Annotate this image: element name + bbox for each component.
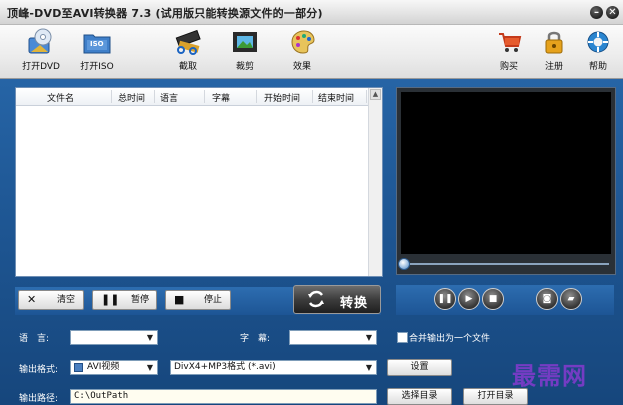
refresh-arrows-icon bbox=[308, 290, 324, 308]
stop-icon: ■ bbox=[174, 293, 185, 306]
pause-icon: ❚❚ bbox=[101, 293, 120, 306]
file-list-header: 文件名 总时间 语言 字幕 开始时间 结束时间 bbox=[16, 88, 368, 106]
codec-value: DivX4+MP3格式 (*.avi) bbox=[174, 362, 276, 372]
lock-icon bbox=[539, 28, 569, 56]
dvd-disc-icon bbox=[26, 28, 56, 56]
capture-button[interactable]: 截取 bbox=[163, 28, 213, 76]
iso-folder-icon: ISO bbox=[82, 28, 112, 56]
app-window: 顶峰-DVD至AVI转换器 7.3 (试用版只能转换源文件的一部分) – ✕ 打… bbox=[0, 0, 623, 405]
player-controls: ❚❚ ▶ ■ ◙ ▰ bbox=[396, 285, 614, 315]
video-screen bbox=[401, 92, 611, 254]
chevron-down-icon: ▼ bbox=[146, 363, 154, 372]
help-lifebuoy-icon bbox=[583, 28, 613, 56]
column-duration[interactable]: 总时间 bbox=[118, 91, 145, 104]
open-dvd-button[interactable]: 打开DVD bbox=[16, 28, 66, 76]
pause-convert-button[interactable]: ❚❚ 暂停 bbox=[92, 290, 157, 310]
camera-icon: ◙ bbox=[542, 294, 552, 304]
output-format-label: 输出格式: bbox=[19, 365, 59, 375]
iso-badge-text: ISO bbox=[90, 40, 104, 48]
site-watermark: 最需网 bbox=[512, 361, 587, 390]
codec-select[interactable]: DivX4+MP3格式 (*.avi) ▼ bbox=[170, 360, 377, 375]
clear-button[interactable]: ✕ 清空 bbox=[18, 290, 84, 310]
window-title: 顶峰-DVD至AVI转换器 7.3 (试用版只能转换源文件的一部分) bbox=[7, 7, 323, 20]
player-stop-button[interactable]: ■ bbox=[482, 288, 504, 310]
buy-button[interactable]: 购买 bbox=[484, 28, 534, 76]
output-path-input[interactable]: C:\OutPath bbox=[70, 389, 377, 404]
capture-label: 截取 bbox=[178, 62, 197, 72]
column-divider bbox=[204, 90, 205, 103]
buy-label: 购买 bbox=[499, 62, 518, 72]
title-bar: 顶峰-DVD至AVI转换器 7.3 (试用版只能转换源文件的一部分) – ✕ bbox=[0, 0, 623, 25]
chevron-down-icon: ▼ bbox=[365, 333, 373, 342]
output-format-select[interactable]: AVI视频 ▼ bbox=[70, 360, 158, 375]
x-icon: ✕ bbox=[27, 293, 37, 306]
stop-convert-button[interactable]: ■ 停止 bbox=[165, 290, 231, 310]
output-path-label: 输出路径: bbox=[19, 394, 59, 404]
open-iso-button[interactable]: ISO 打开ISO bbox=[72, 28, 122, 76]
merge-output-label: 合并输出为一个文件 bbox=[409, 334, 491, 344]
column-divider bbox=[256, 90, 257, 103]
stop-icon: ■ bbox=[488, 294, 498, 304]
column-divider bbox=[312, 90, 313, 103]
snapshot-button[interactable]: ◙ bbox=[536, 288, 558, 310]
subtitle-select[interactable]: ▼ bbox=[289, 330, 377, 345]
video-preview-panel bbox=[396, 87, 616, 275]
open-iso-label: 打开ISO bbox=[80, 62, 114, 72]
seek-bar-track[interactable] bbox=[403, 263, 609, 265]
column-divider bbox=[366, 90, 367, 103]
output-format-value: AVI视频 bbox=[87, 362, 120, 372]
crop-button[interactable]: 裁剪 bbox=[220, 28, 270, 76]
merge-output-checkbox[interactable] bbox=[397, 332, 408, 343]
column-end-time[interactable]: 结束时间 bbox=[318, 91, 354, 104]
register-label: 注册 bbox=[544, 62, 563, 72]
shopping-cart-icon bbox=[494, 28, 524, 56]
toolbar: 打开DVD ISO 打开ISO 截取 裁剪 效果 购买 注册 帮助 bbox=[0, 25, 623, 79]
chevron-down-icon: ▼ bbox=[365, 363, 373, 372]
palette-icon bbox=[287, 28, 317, 56]
pause-icon: ❚❚ bbox=[437, 294, 453, 304]
column-subtitle[interactable]: 字幕 bbox=[212, 91, 230, 104]
chevron-down-icon: ▼ bbox=[146, 333, 154, 342]
scroll-up-arrow-icon[interactable]: ▲ bbox=[370, 89, 381, 100]
effects-button[interactable]: 效果 bbox=[277, 28, 327, 76]
subtitle-label: 字 幕: bbox=[240, 334, 271, 344]
player-pause-button[interactable]: ❚❚ bbox=[434, 288, 456, 310]
crop-label: 裁剪 bbox=[235, 62, 254, 72]
column-start-time[interactable]: 开始时间 bbox=[264, 91, 300, 104]
effects-label: 效果 bbox=[292, 62, 311, 72]
open-snapshot-folder-button[interactable]: ▰ bbox=[560, 288, 582, 310]
column-filename[interactable]: 文件名 bbox=[47, 91, 74, 104]
open-dvd-label: 打开DVD bbox=[22, 62, 60, 72]
help-label: 帮助 bbox=[588, 62, 607, 72]
convert-button[interactable]: 转换 bbox=[293, 285, 381, 314]
avi-video-icon bbox=[74, 363, 83, 372]
film-frame-icon bbox=[230, 28, 260, 56]
pause-label: 暂停 bbox=[131, 295, 150, 305]
column-language[interactable]: 语言 bbox=[160, 91, 178, 104]
stop-label: 停止 bbox=[204, 295, 223, 305]
column-divider bbox=[154, 90, 155, 103]
choose-directory-button[interactable]: 选择目录 bbox=[387, 388, 452, 405]
minimize-button[interactable]: – bbox=[590, 6, 603, 19]
film-scissors-icon bbox=[173, 28, 203, 56]
play-icon: ▶ bbox=[465, 294, 473, 304]
register-button[interactable]: 注册 bbox=[529, 28, 579, 76]
clear-label: 清空 bbox=[57, 295, 76, 305]
column-divider bbox=[111, 90, 112, 103]
folder-icon: ▰ bbox=[567, 294, 575, 304]
language-label: 语 言: bbox=[19, 334, 50, 344]
seek-bar-thumb[interactable] bbox=[398, 258, 410, 270]
settings-button[interactable]: 设置 bbox=[387, 359, 452, 376]
convert-label: 转换 bbox=[340, 296, 369, 311]
help-button[interactable]: 帮助 bbox=[573, 28, 623, 76]
player-play-button[interactable]: ▶ bbox=[458, 288, 480, 310]
language-select[interactable]: ▼ bbox=[70, 330, 158, 345]
file-list-scrollbar[interactable]: ▲ bbox=[368, 88, 382, 276]
file-list[interactable]: 文件名 总时间 语言 字幕 开始时间 结束时间 ▲ bbox=[15, 87, 383, 277]
close-button[interactable]: ✕ bbox=[606, 6, 619, 19]
